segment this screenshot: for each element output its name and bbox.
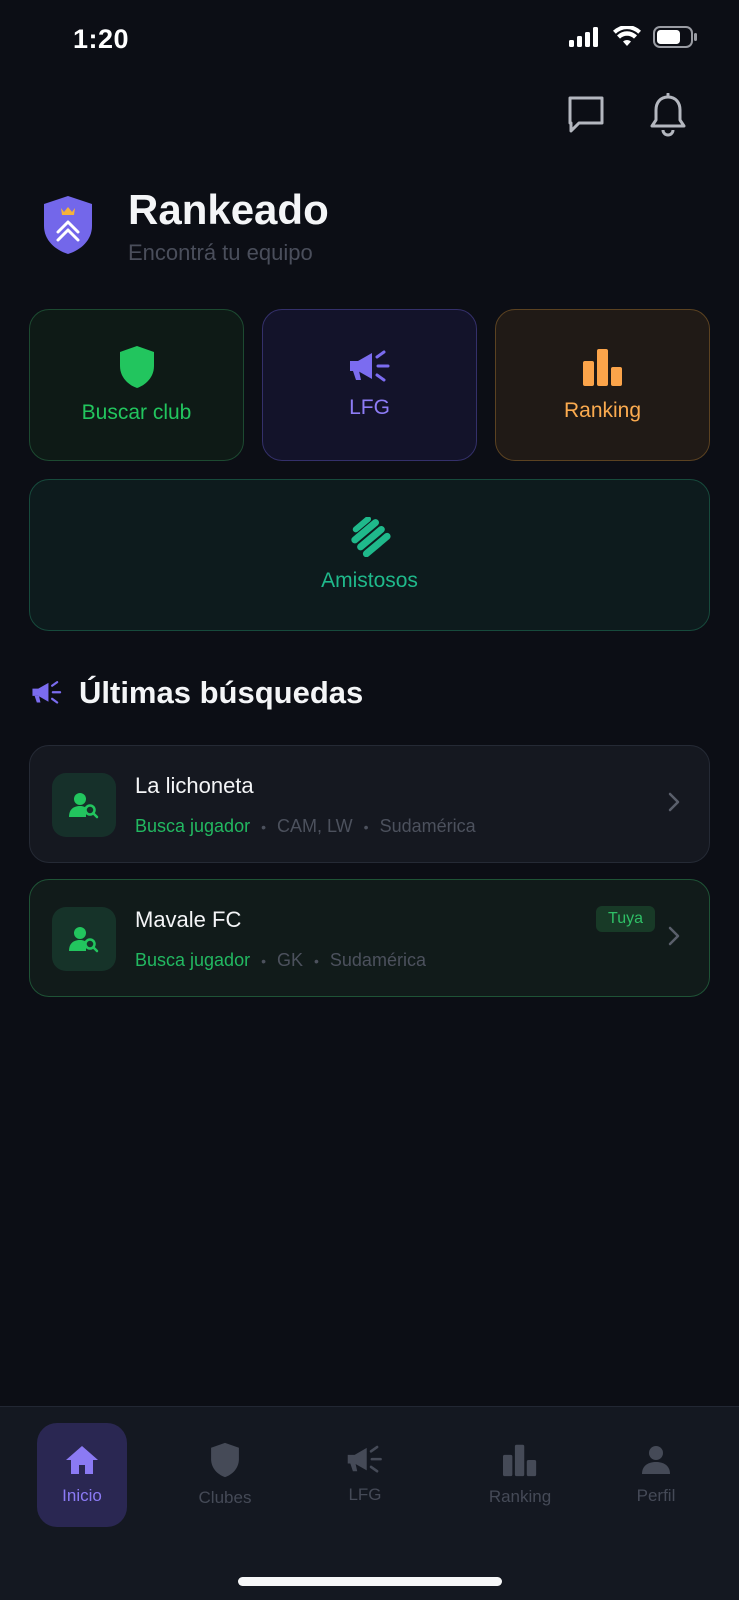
rankeado-logo-icon bbox=[44, 196, 92, 254]
app-title: Rankeado bbox=[128, 186, 329, 233]
nav-item-lfg[interactable]: LFG bbox=[320, 1423, 410, 1527]
recent-searches-header: Últimas búsquedas bbox=[31, 675, 363, 711]
status-bar: 1:20 bbox=[0, 0, 739, 82]
card-avatar bbox=[52, 907, 116, 971]
person-search-icon bbox=[69, 927, 99, 953]
battery-icon bbox=[653, 26, 697, 48]
search-region: Sudamérica bbox=[329, 950, 426, 970]
shield-icon bbox=[119, 346, 154, 388]
own-badge: Tuya bbox=[596, 906, 655, 932]
search-positions: GK bbox=[276, 950, 303, 970]
search-status: Busca jugador bbox=[135, 816, 251, 836]
messages-button[interactable] bbox=[563, 92, 609, 138]
card-meta: Busca jugador • CAM, LW • Sudamérica bbox=[135, 816, 476, 837]
search-status: Busca jugador bbox=[135, 950, 251, 970]
search-region: Sudamérica bbox=[379, 816, 476, 836]
meta-separator: • bbox=[314, 952, 319, 969]
club-name: Mavale FC bbox=[135, 907, 242, 932]
amistosos-tile[interactable]: Amistosos bbox=[29, 479, 710, 631]
tile-label: Amistosos bbox=[321, 569, 418, 592]
search-positions: CAM, LW bbox=[276, 816, 353, 836]
home-indicator[interactable] bbox=[238, 1577, 502, 1586]
tile-label: LFG bbox=[349, 396, 390, 419]
bar-chart-icon bbox=[582, 349, 622, 386]
search-card[interactable]: La lichoneta Busca jugador • CAM, LW • S… bbox=[29, 745, 710, 863]
search-card[interactable]: Mavale FC Tuya Busca jugador • GK • Suda… bbox=[29, 879, 710, 997]
nav-item-inicio[interactable]: Inicio bbox=[37, 1423, 127, 1527]
person-icon bbox=[642, 1446, 670, 1474]
top-actions bbox=[563, 92, 691, 138]
handshake-icon bbox=[350, 517, 391, 557]
shield-icon bbox=[211, 1442, 239, 1478]
meta-separator: • bbox=[261, 818, 266, 835]
brand-header: Rankeado Encontrá tu equipo bbox=[41, 186, 329, 266]
person-search-icon bbox=[69, 793, 99, 819]
card-avatar bbox=[52, 773, 116, 837]
megaphone-icon bbox=[349, 350, 389, 382]
nav-item-ranking[interactable]: Ranking bbox=[465, 1423, 575, 1527]
nav-label: Clubes bbox=[198, 1488, 252, 1507]
nav-item-perfil[interactable]: Perfil bbox=[611, 1423, 701, 1527]
bell-icon bbox=[650, 93, 686, 137]
nav-item-clubes[interactable]: Clubes bbox=[180, 1423, 270, 1527]
bar-chart-icon bbox=[503, 1444, 537, 1477]
megaphone-icon bbox=[32, 681, 62, 704]
lfg-tile[interactable]: LFG bbox=[262, 309, 477, 461]
nav-label: Perfil bbox=[636, 1486, 676, 1505]
chat-icon bbox=[568, 96, 604, 133]
nav-label: Inicio bbox=[62, 1486, 102, 1505]
ranking-tile[interactable]: Ranking bbox=[495, 309, 710, 461]
status-time: 1:20 bbox=[73, 24, 130, 54]
nav-label: LFG bbox=[348, 1485, 382, 1504]
buscar-club-tile[interactable]: Buscar club bbox=[29, 309, 244, 461]
club-name: La lichoneta bbox=[135, 773, 254, 798]
tile-label: Ranking bbox=[563, 399, 642, 422]
signal-icon bbox=[569, 27, 598, 47]
section-title: Últimas búsquedas bbox=[79, 675, 364, 710]
card-meta: Busca jugador • GK • Sudamérica bbox=[135, 950, 426, 971]
app-subtitle: Encontrá tu equipo bbox=[128, 240, 313, 265]
tile-label: Buscar club bbox=[81, 401, 192, 424]
status-icons bbox=[569, 26, 699, 48]
chevron-right-icon bbox=[668, 792, 680, 812]
home-icon bbox=[66, 1446, 98, 1474]
megaphone-icon bbox=[347, 1445, 382, 1473]
notifications-button[interactable] bbox=[645, 92, 691, 138]
chevron-right-icon bbox=[668, 926, 680, 946]
meta-separator: • bbox=[261, 952, 266, 969]
nav-label: Ranking bbox=[488, 1487, 552, 1506]
meta-separator: • bbox=[363, 818, 369, 835]
wifi-icon bbox=[613, 26, 641, 46]
bottom-nav: Inicio Clubes LFG Ranking Perfil bbox=[0, 1406, 739, 1600]
